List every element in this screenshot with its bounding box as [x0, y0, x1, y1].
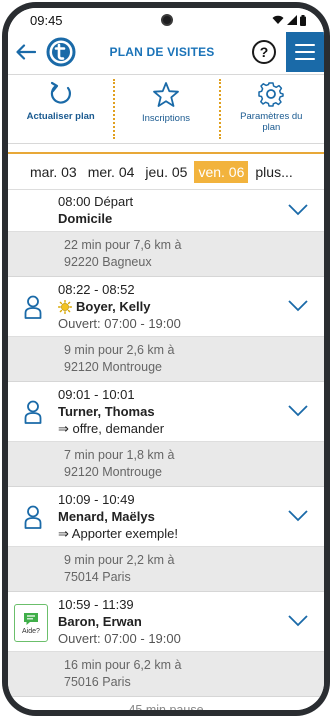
plan-settings-label: Paramètres du plan: [240, 111, 303, 133]
star-icon: [153, 82, 179, 107]
travel-destination: 75014 Paris: [64, 570, 131, 584]
page-title: PLAN DE VISITES: [109, 45, 215, 59]
app-logo-icon: [46, 37, 76, 67]
visit-menard-maelys[interactable]: 10:09 - 10:49 Menard, Maëlys ⇒ Apporter …: [8, 487, 324, 547]
travel-duration: 22 min pour 7,6 km à: [64, 238, 182, 252]
visit-info: Ouvert: 07:00 - 19:00: [58, 316, 181, 331]
visit-name: Baron, Erwan: [58, 614, 142, 629]
person-icon: [24, 400, 42, 424]
travel-destination: 75016 Paris: [64, 675, 131, 689]
visit-time: 09:01 - 10:01: [58, 387, 135, 402]
visit-name: Turner, Thomas: [58, 404, 155, 419]
menu-line-icon: [295, 58, 315, 60]
travel-duration: 9 min pour 2,2 km à: [64, 553, 175, 567]
phone-frame: 09:45 PLAN DE VISITES ? Actualiser plan …: [2, 2, 330, 716]
refresh-plan-button[interactable]: Actualiser plan: [8, 75, 113, 143]
visit-name-row: Boyer, Kelly: [58, 298, 324, 315]
plan-settings-button[interactable]: Paramètres du plan: [218, 75, 324, 143]
visit-info: Ouvert: 07:00 - 19:00: [58, 631, 181, 646]
subscriptions-button[interactable]: Inscriptions: [113, 75, 218, 143]
visit-time: 08:22 - 08:52: [58, 282, 135, 297]
chevron-down-icon[interactable]: [288, 299, 308, 312]
person-icon: [24, 295, 42, 319]
travel-destination: 92120 Montrouge: [64, 360, 162, 374]
travel-segment: 9 min pour 2,6 km à 92120 Montrouge: [8, 337, 324, 382]
menu-button[interactable]: [286, 32, 324, 72]
visit-name: Menard, Maëlys: [58, 509, 155, 524]
person-icon: [24, 505, 42, 529]
travel-destination: 92120 Montrouge: [64, 465, 162, 479]
status-time: 09:45: [30, 12, 63, 28]
date-tab-more[interactable]: plus...: [251, 161, 296, 183]
visit-turner-thomas[interactable]: 09:01 - 10:01 Turner, Thomas ⇒ offre, de…: [8, 382, 324, 442]
visit-info: ⇒ offre, demander: [58, 421, 165, 436]
gear-icon: [258, 82, 285, 107]
travel-duration: 16 min pour 6,2 km à: [64, 658, 182, 672]
travel-segment: 9 min pour 2,2 km à 75014 Paris: [8, 547, 324, 592]
chat-bubble-icon: [24, 612, 38, 625]
travel-segment: 16 min pour 6,2 km à 75016 Paris: [8, 652, 324, 697]
refresh-plan-label: Actualiser plan: [26, 111, 95, 122]
camera-cutout: [161, 14, 174, 26]
date-tabs: mar. 03 mer. 04 jeu. 05 ven. 06 plus...: [8, 152, 324, 190]
back-button[interactable]: [8, 32, 44, 72]
start-time: 08:00 Départ: [58, 194, 134, 209]
visit-time: 10:59 - 11:39: [58, 597, 134, 612]
help-button[interactable]: ?: [252, 40, 276, 64]
chevron-down-icon[interactable]: [288, 404, 308, 417]
travel-duration: 7 min pour 1,8 km à: [64, 448, 175, 462]
chevron-down-icon[interactable]: [288, 203, 308, 216]
battery-icon: [299, 14, 306, 26]
toolbar: Actualiser plan Inscriptions Paramètres …: [8, 74, 324, 144]
date-tab-ven-06[interactable]: ven. 06: [194, 160, 249, 183]
help-chat-label: Aide?: [22, 627, 40, 635]
pause-label: 45 min pause: [8, 697, 324, 710]
itinerary-start[interactable]: 08:00 Départ Domicile: [8, 190, 324, 232]
travel-duration: 9 min pour 2,6 km à: [64, 343, 175, 357]
visit-baron-erwan[interactable]: Aide? 10:59 - 11:39 Baron, Erwan Ouvert:…: [8, 592, 324, 652]
arrow-left-icon: [16, 44, 36, 60]
status-bar: 09:45: [8, 8, 324, 32]
wifi-icon: [272, 15, 284, 24]
screen: 09:45 PLAN DE VISITES ? Actualiser plan …: [8, 8, 324, 710]
start-location: Domicile: [58, 211, 113, 226]
visit-info: ⇒ Apporter exemple!: [58, 526, 179, 541]
itinerary-list: 08:00 Départ Domicile 22 min pour 7,6 km…: [8, 190, 324, 710]
visit-name: Boyer, Kelly: [76, 299, 151, 314]
app-header: PLAN DE VISITES ?: [8, 32, 324, 72]
refresh-icon: [50, 81, 71, 104]
travel-destination: 92220 Bagneux: [64, 255, 152, 269]
date-tab-mar-03[interactable]: mar. 03: [26, 161, 81, 183]
status-icons: [272, 14, 306, 26]
visit-boyer-kelly[interactable]: 08:22 - 08:52 Boyer, Kelly Ouvert: 07:00…: [8, 277, 324, 337]
date-tab-jeu-05[interactable]: jeu. 05: [141, 161, 191, 183]
signal-icon: [286, 15, 297, 25]
help-chat-button[interactable]: Aide?: [14, 604, 48, 642]
menu-line-icon: [295, 44, 315, 46]
travel-segment: 7 min pour 1,8 km à 92120 Montrouge: [8, 442, 324, 487]
subscriptions-label: Inscriptions: [141, 113, 191, 124]
chevron-down-icon[interactable]: [288, 614, 308, 627]
visit-time: 10:09 - 10:49: [58, 492, 135, 507]
chevron-down-icon[interactable]: [288, 509, 308, 522]
sun-icon: [58, 299, 72, 314]
travel-segment: 22 min pour 7,6 km à 92220 Bagneux: [8, 232, 324, 277]
menu-line-icon: [295, 51, 315, 53]
date-tab-mer-04[interactable]: mer. 04: [84, 161, 139, 183]
